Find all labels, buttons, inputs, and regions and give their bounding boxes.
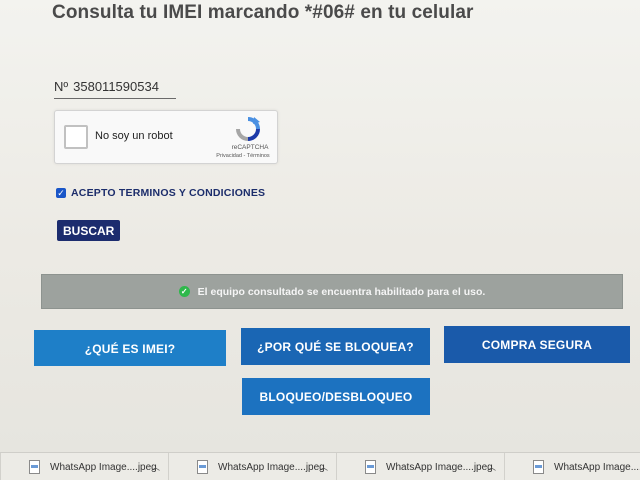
why-blocked-button[interactable]: ¿POR QUÉ SE BLOQUEA? [241,328,430,365]
terms-row[interactable]: ✓ ACEPTO TERMINOS Y CONDICIONES [56,187,265,199]
image-file-icon [365,460,376,474]
chevron-up-icon[interactable]: ︿ [319,460,328,473]
recaptcha-checkbox[interactable] [64,125,88,149]
recaptcha-label: No soy un robot [95,130,173,142]
image-file-icon [533,460,544,474]
download-item[interactable]: WhatsApp Image....jpeg ︿ [336,453,504,480]
downloads-bar: WhatsApp Image....jpeg ︿ WhatsApp Image.… [0,452,640,480]
status-text: El equipo consultado se encuentra habili… [197,285,486,298]
download-name: WhatsApp Image....jpeg [218,461,325,473]
safe-purchase-button[interactable]: COMPRA SEGURA [444,326,630,363]
imei-value: 358011590534 [73,79,159,94]
download-item[interactable]: WhatsApp Image....jpe [504,453,640,480]
imei-input[interactable]: Nº 358011590534 [54,76,176,99]
recaptcha-logo-icon [236,117,260,141]
recaptcha-links[interactable]: Privacidad - Términos [211,153,275,159]
download-name: WhatsApp Image....jpe [554,461,640,473]
imei-check-page: Consulta tu IMEI marcando *#06# en tu ce… [0,0,640,452]
status-message: ✓ El equipo consultado se encuentra habi… [41,274,623,309]
download-name: WhatsApp Image....jpeg [386,461,493,473]
what-is-imei-button[interactable]: ¿QUÉ ES IMEI? [34,330,226,366]
check-circle-icon: ✓ [178,286,190,297]
recaptcha-widget: No soy un robot reCAPTCHA Privacidad - T… [54,110,278,164]
chevron-up-icon[interactable]: ︿ [151,460,160,473]
chevron-up-icon[interactable]: ︿ [487,460,496,473]
block-unblock-button[interactable]: BLOQUEO/DESBLOQUEO [242,378,430,415]
search-button[interactable]: BUSCAR [57,220,120,241]
recaptcha-brand: reCAPTCHA [231,144,269,151]
download-item[interactable]: WhatsApp Image....jpeg ︿ [168,453,336,480]
terms-checkbox[interactable]: ✓ [56,188,66,198]
download-name: WhatsApp Image....jpeg [50,461,157,473]
image-file-icon [29,460,40,474]
terms-label: ACEPTO TERMINOS Y CONDICIONES [71,187,266,199]
download-item[interactable]: WhatsApp Image....jpeg ︿ [0,453,168,480]
image-file-icon [197,460,208,474]
page-title: Consulta tu IMEI marcando *#06# en tu ce… [52,2,474,23]
imei-prefix: Nº [54,79,69,94]
